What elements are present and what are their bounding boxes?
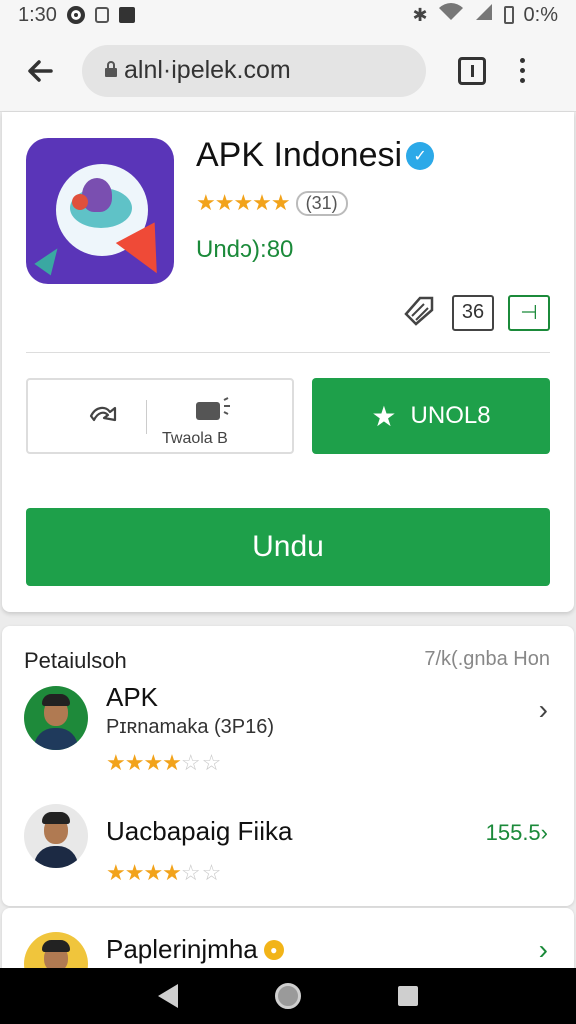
tabs-button[interactable] <box>458 56 486 85</box>
tabs-icon <box>470 64 474 77</box>
download-button[interactable]: Undu <box>26 508 550 586</box>
system-nav-bar <box>0 968 576 1024</box>
image-icon <box>118 7 135 23</box>
share-icon <box>88 402 118 433</box>
list-item-stars: ★★★★☆☆ <box>106 860 223 885</box>
signal-icon <box>474 2 494 28</box>
rating-row: ★★★★★ (31) <box>196 190 348 216</box>
device-icon <box>194 396 232 431</box>
bluetooth-icon: ✱ <box>412 4 428 25</box>
chevron-right-icon[interactable]: › <box>539 934 548 966</box>
status-time: 1:30 <box>18 3 57 26</box>
nav-back-icon[interactable] <box>158 984 179 1008</box>
section-more-link[interactable]: 7/k(.gnba Hon <box>424 648 550 671</box>
star-icon: ★ <box>371 400 397 432</box>
arrow-left-icon <box>28 59 53 82</box>
editor-choice-badge: ⊣ <box>508 294 550 331</box>
share-button[interactable]: Twaola B <box>26 378 294 454</box>
badge-icon: ● <box>263 939 284 960</box>
list-item[interactable]: Uacbapaig Fiika ★★★★☆☆ 155.5› <box>2 796 574 896</box>
rating-stars: ★★★★★ <box>196 190 291 215</box>
section-title: Petaiulsoh <box>24 648 127 673</box>
notification-icon <box>94 7 109 23</box>
list-item[interactable]: APK Pɪʀnamaka (3P16) ★★★★☆☆ › <box>2 676 574 776</box>
related-apps-card: Petaiulsoh 7/k(.gnba Hon APK Pɪʀnamaka (… <box>2 626 574 906</box>
status-bar: 1:30 ✱ 0:% <box>0 0 576 30</box>
avatar <box>24 686 88 750</box>
url-text: alnl·ipelek.com <box>124 56 291 84</box>
rating-count: (31) <box>295 190 348 216</box>
wifi-icon <box>438 2 464 28</box>
list-item-title: APK <box>106 682 159 712</box>
downloads-text: Undɔ):80 <box>196 236 294 263</box>
tag-icon[interactable] <box>402 292 438 333</box>
divider <box>26 352 550 353</box>
record-icon <box>66 6 85 24</box>
app-title-text: APK Indonesi <box>196 136 403 174</box>
battery-icon <box>503 6 514 24</box>
app-header-card: APK Indonesi ✓ ★★★★★ (31) Undɔ):80 36 ⊣ … <box>2 112 574 612</box>
divider-line <box>146 400 147 434</box>
app-icon <box>26 138 174 284</box>
share-label: Twaola B <box>162 430 228 447</box>
url-field[interactable]: alnl·ipelek.com <box>82 44 426 97</box>
wishlist-button[interactable]: ★ UNOL8 <box>312 378 550 454</box>
back-button[interactable] <box>20 51 60 91</box>
meta-icons: 36 ⊣ <box>402 292 550 333</box>
list-item-title: Uacbapaig Fiika <box>106 816 293 846</box>
more-vert-icon[interactable] <box>520 58 525 83</box>
browser-toolbar: alnl·ipelek.com <box>0 30 576 112</box>
avatar <box>24 804 88 868</box>
lock-icon <box>104 56 118 85</box>
nav-recents-icon[interactable] <box>397 986 418 1006</box>
list-item-stars: ★★★★☆☆ <box>106 750 223 775</box>
nav-home-icon[interactable] <box>274 983 301 1009</box>
verified-icon: ✓ <box>406 141 435 170</box>
age-rating-badge: 36 <box>452 294 494 331</box>
chevron-right-icon[interactable]: › <box>539 694 548 726</box>
list-item-title: Paplerinjmha ● <box>106 934 284 965</box>
list-item-price[interactable]: 155.5› <box>486 820 548 846</box>
battery-text: 0:% <box>523 3 558 26</box>
list-item-subtitle: Pɪʀnamaka (3P16) <box>106 716 275 738</box>
app-title: APK Indonesi ✓ <box>196 136 435 175</box>
wishlist-label: UNOL8 <box>410 402 491 429</box>
